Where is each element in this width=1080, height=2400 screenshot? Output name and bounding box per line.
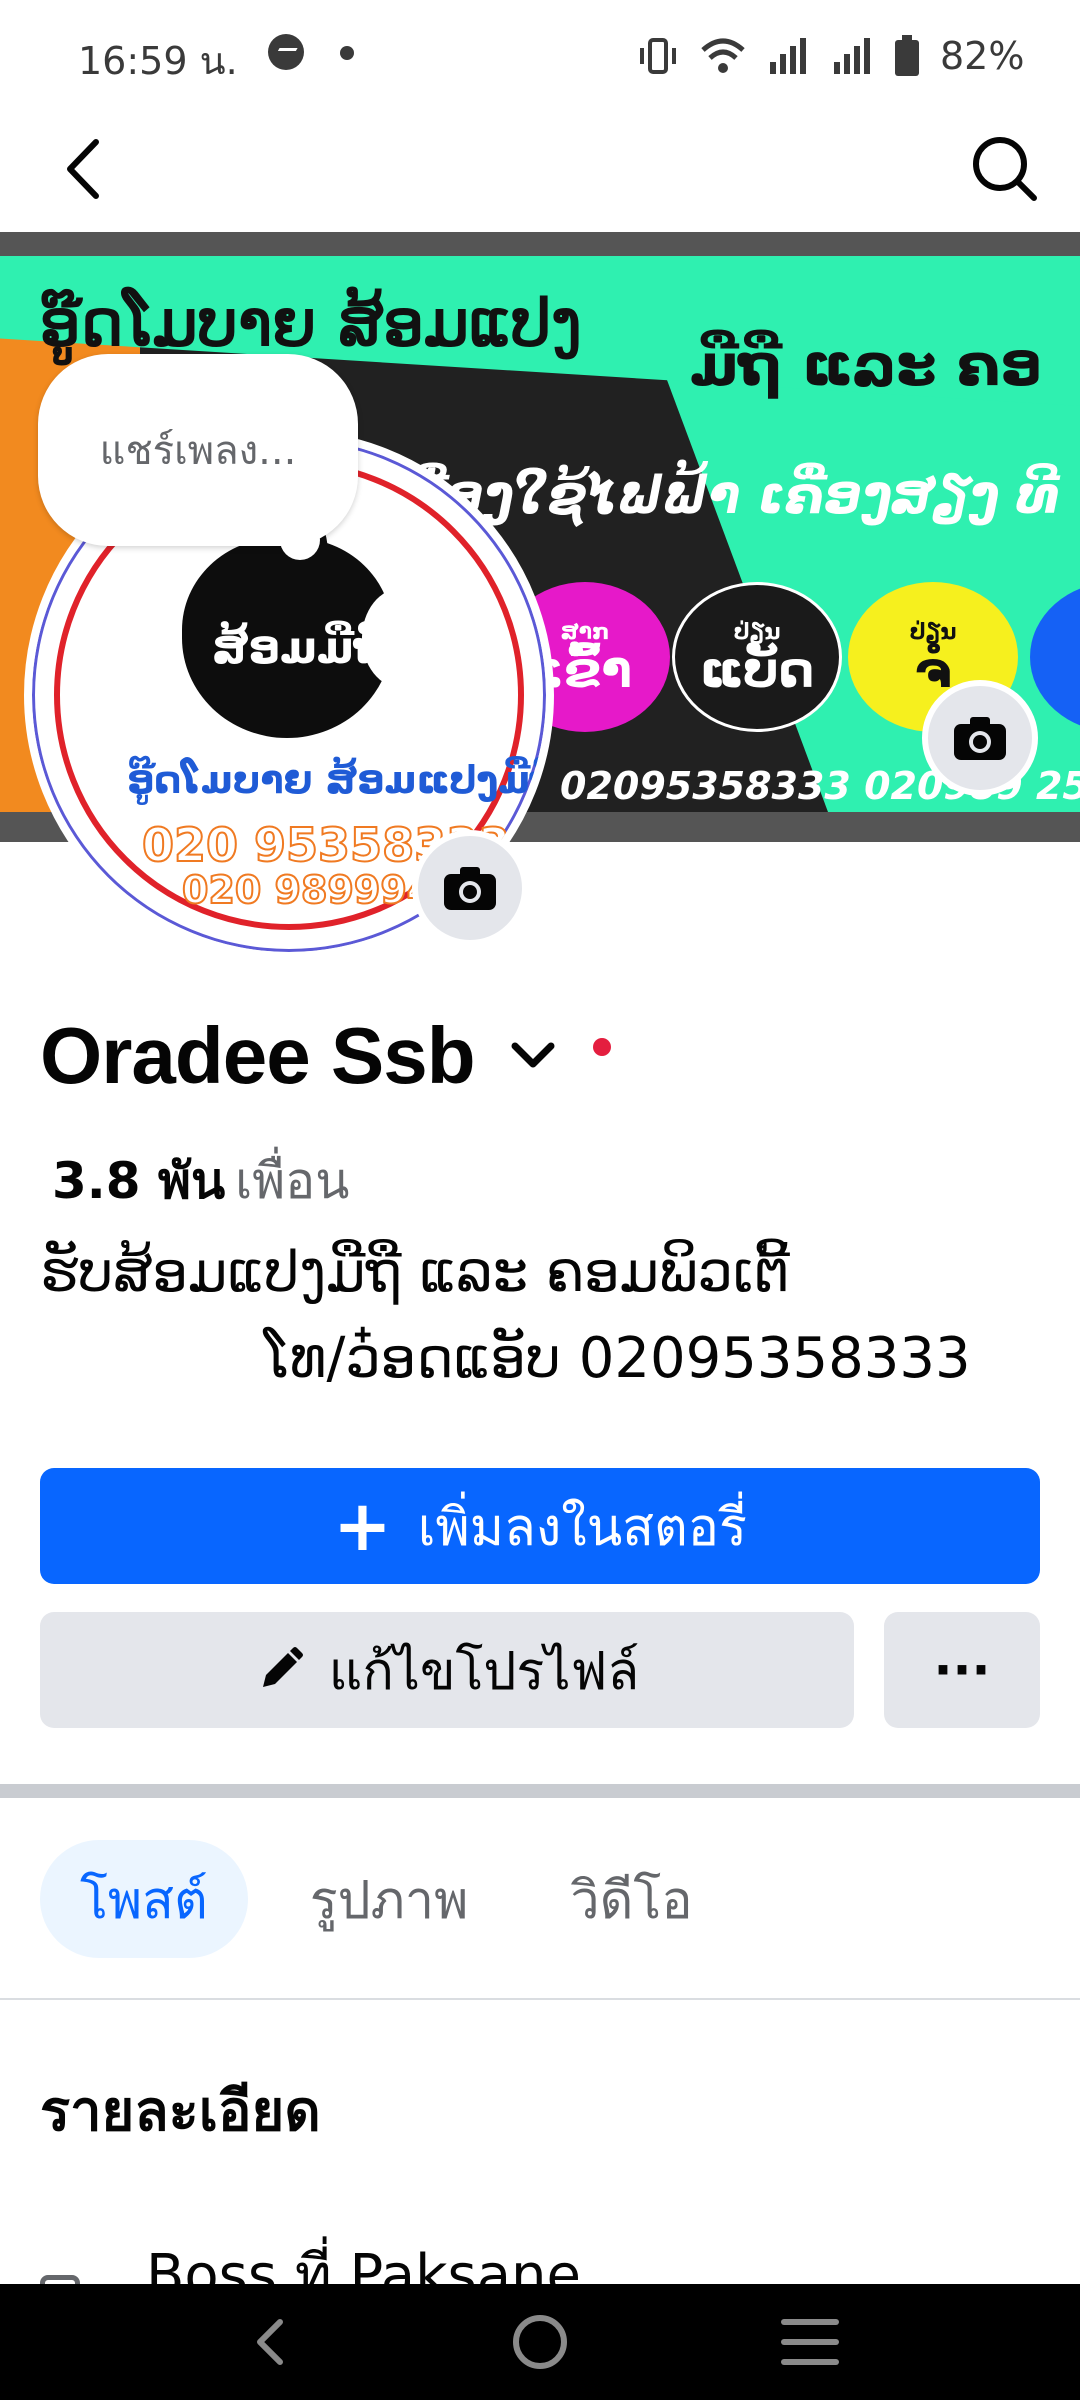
- friends-number: 3.8 พัน: [52, 1152, 226, 1210]
- signal-icon: [834, 38, 870, 74]
- share-music-note[interactable]: แชร์เพลง...: [38, 354, 358, 546]
- friends-label: เพื่อน: [235, 1152, 350, 1210]
- edit-profile-button[interactable]: แก้ไขโปรไฟล์: [40, 1612, 854, 1728]
- notification-dot-icon: [592, 1038, 611, 1056]
- cover-title-right: ມືຖື ແລະ ຄອ: [690, 331, 1043, 399]
- vibrate-icon: [640, 38, 676, 74]
- tabs-divider: [0, 1998, 1080, 2000]
- edit-profile-label: แก้ไขโปรไฟล์: [328, 1641, 640, 1702]
- signal-icon: [770, 38, 806, 74]
- system-recents-icon[interactable]: [780, 2314, 840, 2370]
- cover-service-bubble: ປ່ຽນ ແບັດ: [672, 582, 842, 732]
- wifi-icon: [701, 38, 745, 73]
- profile-name-row: Oradee Ssb: [40, 1010, 611, 1102]
- profile-tabs: โพสต์ รูปภาพ วิดีโอ: [40, 1840, 755, 1958]
- camera-icon: [444, 867, 496, 910]
- battery-icon: [895, 35, 919, 76]
- chevron-down-icon[interactable]: [503, 1026, 563, 1086]
- add-to-story-button[interactable]: + เพิ่มลงในสตอรี่: [40, 1468, 1040, 1584]
- profile-name: Oradee Ssb: [40, 1011, 476, 1100]
- plus-icon: +: [333, 1485, 392, 1567]
- status-bar: 16:59 น. 82%: [0, 0, 1080, 110]
- search-icon: [973, 137, 1037, 201]
- chevron-left-icon: [67, 139, 99, 199]
- camera-icon: [954, 717, 1006, 760]
- friends-count[interactable]: 3.8 พัน เพื่อน: [52, 1142, 349, 1221]
- system-navigation-bar: [0, 2284, 1080, 2400]
- back-button[interactable]: [48, 124, 138, 214]
- cover-title: ອູ໊ດໂມບາຍ ສ້ອມແປງ: [40, 286, 582, 361]
- edit-profile-picture-button[interactable]: [412, 830, 528, 946]
- bio-line-1: ຮັບສ້ອມແປງມືຖື ແລະ ຄອມພິວເຕີ້: [40, 1240, 790, 1305]
- section-divider: [0, 1784, 1080, 1798]
- messenger-icon: [268, 34, 304, 70]
- system-back-icon[interactable]: [240, 2312, 300, 2372]
- notification-dot-icon: [340, 46, 354, 60]
- tab-photos[interactable]: รูปภาพ: [270, 1840, 509, 1958]
- more-options-button[interactable]: ···: [884, 1612, 1040, 1728]
- details-title: รายละเอียด: [40, 2079, 321, 2144]
- top-nav: [0, 110, 1080, 232]
- add-to-story-label: เพิ่มลงในสตอรี่: [417, 1497, 747, 1558]
- note-bubble-tail: [280, 520, 320, 560]
- battery-percent: 82%: [940, 34, 1025, 78]
- more-icon: ···: [933, 1641, 991, 1699]
- avatar-shop-name: ອູ໊ດໂມບາຍ ສ້ອມແປງມືຖື: [127, 758, 554, 802]
- tab-videos[interactable]: วิดีโอ: [530, 1840, 732, 1958]
- pencil-icon: [262, 1647, 303, 1687]
- status-time: 16:59 น.: [78, 39, 238, 83]
- status-icons: 82%: [636, 34, 1024, 78]
- search-button[interactable]: [960, 124, 1050, 214]
- tab-posts[interactable]: โพสต์: [40, 1840, 248, 1958]
- system-home-icon[interactable]: [510, 2312, 570, 2372]
- edit-cover-button[interactable]: [922, 680, 1038, 796]
- bio-line-2: ໂທ/ວ໋ອດແອັບ 02095358333: [264, 1326, 971, 1391]
- avatar-logo-text: ສ້ອມມືຖື: [212, 623, 387, 674]
